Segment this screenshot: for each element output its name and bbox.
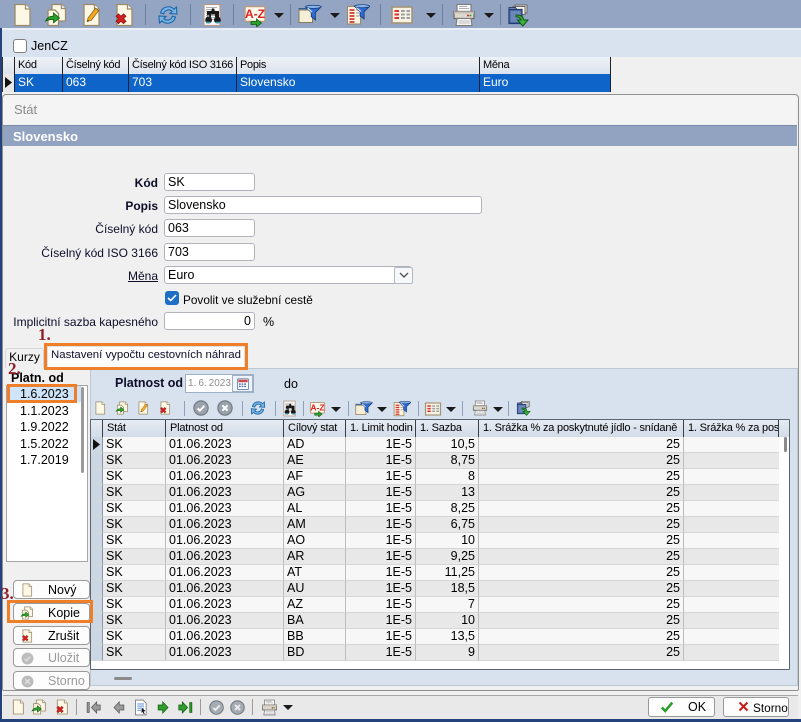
svg-text:A-Z: A-Z [310, 403, 324, 413]
svg-text:A-Z: A-Z [245, 7, 265, 21]
